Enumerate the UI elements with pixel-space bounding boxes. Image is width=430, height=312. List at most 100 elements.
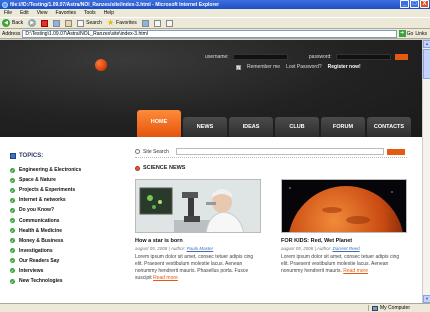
password-input[interactable] (335, 54, 392, 60)
lost-password-link[interactable]: Lost Password? (286, 64, 322, 70)
topic-item[interactable]: ✓ Health & Medicine (10, 226, 122, 236)
menu-file[interactable]: File (4, 10, 12, 16)
article-date: august 05, 2008 (135, 246, 168, 251)
print-icon[interactable] (165, 19, 173, 27)
nav-home[interactable]: HOME (137, 110, 181, 137)
article-body: Lorem ipsum dolor sit amet, consec tetue… (135, 254, 261, 282)
star-icon: ★ (106, 18, 115, 27)
nav-ideas[interactable]: IDEAS (229, 117, 273, 137)
login-button[interactable] (395, 54, 408, 60)
topic-item[interactable]: ✓ Investigations (10, 246, 122, 256)
topic-item[interactable]: ✓ Communications (10, 215, 122, 225)
address-bar: Address D:\Testing\1.09.07\Astra\NOL_Ran… (0, 29, 430, 39)
browser-toolbar: ◀ Back ▶ Search ★ Favorites (0, 17, 430, 29)
forward-button[interactable]: ▶ (28, 19, 37, 27)
nav-club[interactable]: CLUB (275, 117, 319, 137)
stop-icon[interactable] (41, 19, 49, 27)
topic-label: Money & Business (19, 237, 64, 244)
topic-label: Investigations (19, 247, 53, 254)
go-button[interactable]: ➜ Go (398, 30, 413, 37)
topic-item[interactable]: ✓ New Technologies (10, 276, 122, 286)
scroll-thumb[interactable] (423, 49, 430, 79)
favorites-button[interactable]: ★ Favorites (107, 19, 137, 27)
scroll-up-icon[interactable]: ▲ (423, 40, 430, 48)
menu-help[interactable]: Help (104, 10, 114, 16)
topic-item[interactable]: ✓ Interviews (10, 266, 122, 276)
username-input[interactable] (232, 54, 289, 60)
check-bullet-icon: ✓ (10, 218, 15, 224)
article-author-label: Author: (170, 246, 186, 251)
nav-forum[interactable]: FORUM (321, 117, 365, 137)
menu-favorites[interactable]: Favorites (55, 10, 76, 16)
history-icon[interactable] (141, 19, 149, 27)
check-bullet-icon: ✓ (10, 248, 15, 254)
topic-item[interactable]: ✓ Money & Business (10, 236, 122, 246)
topic-label: Health & Medicine (19, 227, 63, 234)
news-article: How a star is born august 05, 2008 | Aut… (135, 179, 261, 282)
nav-news[interactable]: NEWS (183, 117, 227, 137)
go-arrow-icon: ➜ (398, 30, 406, 37)
remember-checkbox[interactable]: ✓ (236, 64, 241, 70)
check-bullet-icon: ✓ (10, 268, 15, 274)
scroll-down-icon[interactable]: ▼ (423, 295, 430, 303)
topic-item[interactable]: ✓ Do you Know? (10, 205, 122, 215)
topic-item[interactable]: ✓ Engineering & Electronics (10, 165, 122, 175)
login-form: username: password: ✓ Remember me Lost P… (198, 54, 408, 70)
site-search-label: Site Search (143, 148, 169, 155)
back-label: Back (12, 20, 24, 26)
close-button[interactable]: X (420, 0, 429, 8)
topic-item[interactable]: ✓ Our Readers Say (10, 256, 122, 266)
search-button[interactable]: Search (77, 19, 102, 27)
article-title[interactable]: How a star is born (135, 238, 261, 244)
article-body: Lorem ipsum dolor sit amet, consec tetue… (281, 254, 407, 275)
address-input[interactable]: D:\Testing\1.09.07\Astra\NOL_Ranzes\site… (22, 29, 397, 38)
article-author-link[interactable]: Darrent Reed (333, 246, 360, 251)
minimize-button[interactable]: _ (400, 0, 409, 8)
scientist-microscope-image[interactable] (135, 179, 261, 233)
ie-icon (2, 1, 8, 8)
topics-heading-label: TOPICS: (19, 153, 44, 159)
links-button[interactable]: Links (415, 31, 427, 37)
register-link[interactable]: Register now! (328, 64, 361, 70)
address-label: Address (2, 30, 21, 37)
logo-icon[interactable] (95, 59, 107, 71)
username-label: username: (205, 54, 229, 60)
site-search-input[interactable] (176, 148, 384, 155)
check-bullet-icon: ✓ (10, 278, 15, 284)
topic-item[interactable]: ✓ Internet & networks (10, 195, 122, 205)
topic-label: Our Readers Say (19, 257, 60, 264)
topic-label: Interviews (19, 267, 44, 274)
article-title[interactable]: FOR KIDS: Red, Wet Planet (281, 238, 407, 244)
topic-item[interactable]: ✓ Projects & Experiments (10, 185, 122, 195)
magnifier-icon (135, 149, 140, 154)
window-title: file:///D:/Testing/1.09.07/Astra/NOl_Ran… (10, 1, 220, 8)
read-more-link[interactable]: Read more (153, 275, 178, 281)
mail-icon[interactable] (153, 19, 161, 27)
main-nav: HOME NEWS IDEAS CLUB FORUM CONTACTS (137, 110, 411, 137)
article-author-link[interactable]: Paulo Master (187, 246, 214, 251)
refresh-icon[interactable] (53, 19, 61, 27)
home-icon[interactable] (65, 19, 73, 27)
article-date: august 05, 2008 (281, 246, 314, 251)
web-page: username: password: ✓ Remember me Lost P… (0, 40, 422, 303)
science-news-label: SCIENCE NEWS (143, 165, 186, 171)
red-planet-image[interactable] (281, 179, 407, 233)
menu-tools[interactable]: Tools (84, 10, 96, 16)
menu-view[interactable]: View (37, 10, 48, 16)
site-search-button[interactable] (387, 148, 405, 155)
vertical-scrollbar[interactable]: ▲ ▼ (422, 40, 430, 303)
topic-item[interactable]: ✓ Space & Nature (10, 175, 122, 185)
topic-label: Engineering & Electronics (19, 167, 82, 174)
nav-contacts[interactable]: CONTACTS (367, 117, 411, 137)
site-header: username: password: ✓ Remember me Lost P… (0, 40, 422, 137)
window-controls: _ □ X (400, 0, 429, 8)
read-more-link[interactable]: Read more (343, 268, 368, 274)
login-fields-row: username: password: (198, 54, 408, 60)
security-zone: My Computer (368, 305, 430, 311)
password-label: password: (308, 54, 332, 60)
back-button[interactable]: ◀ Back (2, 19, 23, 27)
science-news-heading: SCIENCE NEWS (135, 165, 407, 171)
topic-label: Internet & networks (19, 197, 66, 204)
menu-edit[interactable]: Edit (20, 10, 29, 16)
maximize-button[interactable]: □ (410, 0, 419, 8)
